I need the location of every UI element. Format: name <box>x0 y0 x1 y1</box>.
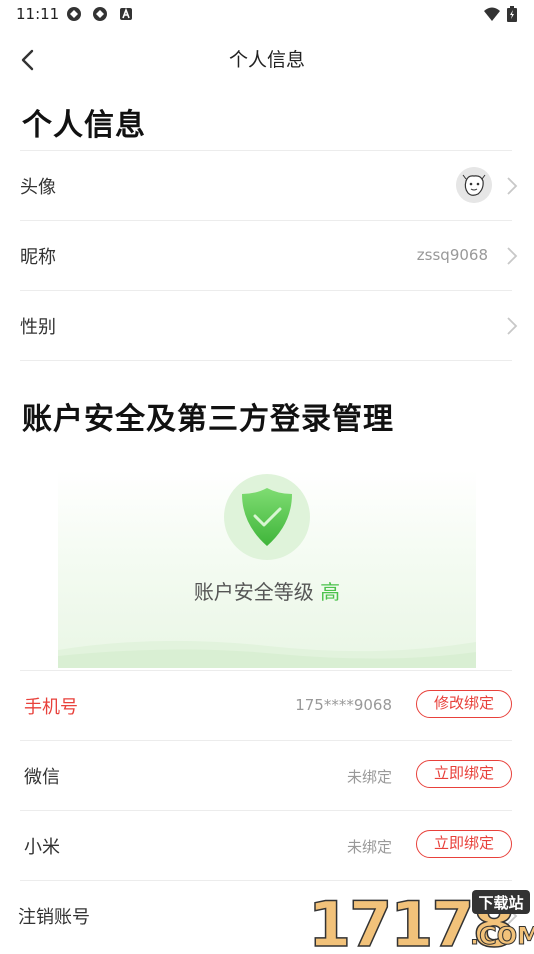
wechat-status: 未绑定 <box>346 768 392 786</box>
row-label: 手机号 <box>24 697 78 718</box>
sync-icon-2 <box>93 7 107 21</box>
row-label: 注销账号 <box>18 907 90 928</box>
row-phone: 手机号 175****9068 修改绑定 <box>20 670 512 741</box>
security-card: 账户安全等级 高 <box>58 470 476 668</box>
svg-text:下载站: 下载站 <box>478 894 523 912</box>
chevron-right-icon <box>507 317 518 335</box>
watermark-logo: 17178 下载站 .COM <box>307 886 534 954</box>
row-xiaomi: 小米 未绑定 立即绑定 <box>20 810 512 881</box>
row-gender[interactable]: 性别 <box>20 290 518 361</box>
security-level-label: 账户安全等级 <box>193 580 314 604</box>
nav-title: 个人信息 <box>228 49 305 71</box>
row-label: 微信 <box>24 767 60 788</box>
personal-info-title: 个人信息 <box>22 108 146 143</box>
row-avatar[interactable]: 头像 <box>20 150 518 221</box>
phone-value: 175****9068 <box>295 696 392 714</box>
row-label: 性别 <box>20 317 56 338</box>
shield-check-icon <box>242 488 292 546</box>
svg-text:.COM: .COM <box>470 922 534 950</box>
bind-xiaomi-button[interactable]: 立即绑定 <box>416 830 512 858</box>
battery-icon <box>507 6 517 22</box>
xiaomi-status: 未绑定 <box>346 838 392 856</box>
nickname-value: zssq9068 <box>416 246 488 264</box>
status-time: 11:11 <box>16 5 60 23</box>
security-level-value: 高 <box>320 580 341 604</box>
sync-icon <box>67 7 81 21</box>
bind-wechat-button[interactable]: 立即绑定 <box>416 760 512 788</box>
avatar[interactable] <box>456 167 492 203</box>
security-title: 账户安全及第三方登录管理 <box>22 402 394 437</box>
wave-decoration <box>58 640 476 668</box>
status-bar: 11:11 <box>0 0 534 28</box>
row-label: 昵称 <box>20 247 56 268</box>
row-nickname[interactable]: 昵称 zssq9068 <box>20 220 518 291</box>
row-label: 小米 <box>24 837 60 858</box>
row-wechat: 微信 未绑定 立即绑定 <box>20 740 512 811</box>
row-label: 头像 <box>20 177 56 198</box>
divider <box>20 360 512 362</box>
nav-bar: 个人信息 <box>0 36 534 80</box>
chevron-right-icon <box>507 247 518 265</box>
change-binding-button[interactable]: 修改绑定 <box>416 690 512 718</box>
wifi-icon <box>484 7 500 21</box>
security-level-text: 账户安全等级 高 <box>58 576 476 605</box>
chevron-right-icon <box>507 177 518 195</box>
notification-a-icon <box>120 7 132 20</box>
